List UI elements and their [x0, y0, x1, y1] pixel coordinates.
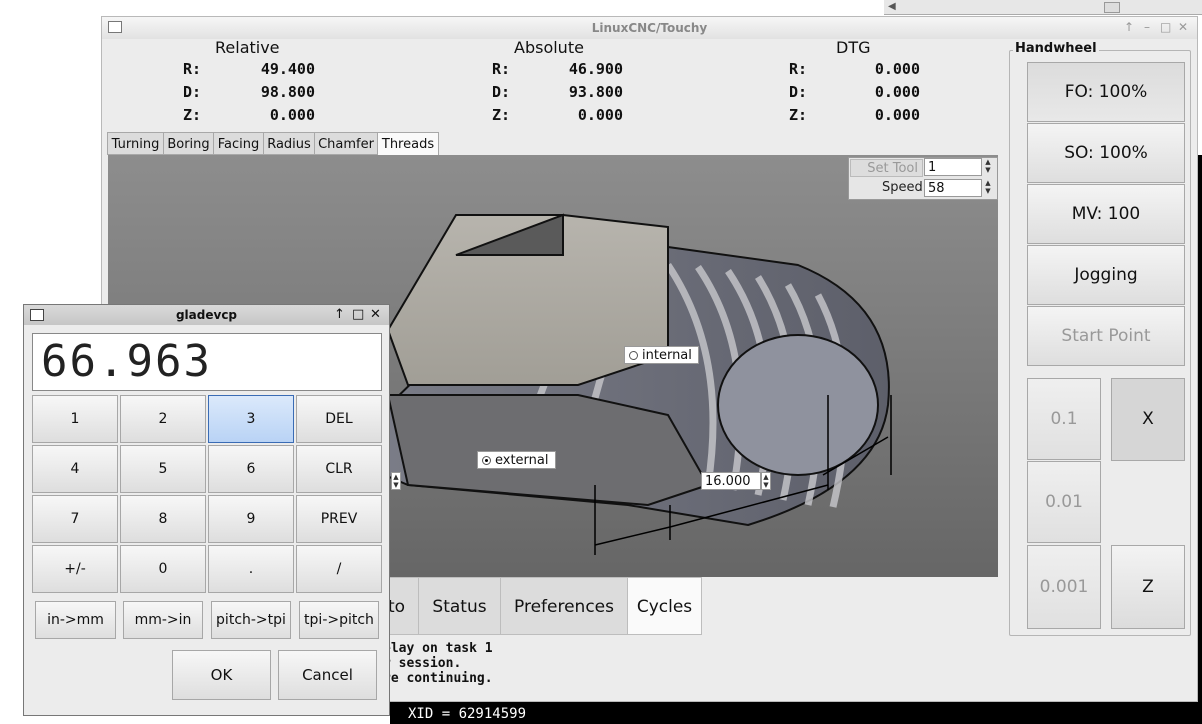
hidden-spin-arrows-icon[interactable]: ▲ ▼: [391, 472, 401, 490]
tab-cycles[interactable]: Cycles: [627, 577, 702, 635]
tab-facing[interactable]: Facing: [213, 132, 264, 155]
pitch-input[interactable]: 16.000: [701, 472, 761, 490]
key-8[interactable]: 8: [120, 495, 206, 543]
dro-label-d: D:: [492, 83, 511, 101]
key-6[interactable]: 6: [208, 445, 294, 493]
key-3[interactable]: 3: [208, 395, 294, 443]
key-9[interactable]: 9: [208, 495, 294, 543]
pitch-spin-arrows-icon[interactable]: ▲ ▼: [761, 472, 771, 490]
raise-icon[interactable]: ↑: [1124, 20, 1134, 34]
tab-threads[interactable]: Threads: [377, 132, 439, 156]
speed-label: Speed: [882, 180, 923, 195]
scroll-left-icon[interactable]: ◀: [888, 1, 896, 12]
increment-0-1-button[interactable]: 0.1: [1027, 378, 1101, 460]
convert-in-to-mm-button[interactable]: in->mm: [35, 601, 116, 639]
radio-internal[interactable]: internal: [624, 346, 699, 364]
window-title: LinuxCNC/Touchy: [591, 21, 708, 35]
key-plus-minus[interactable]: +/-: [32, 545, 118, 593]
dro-label-r: R:: [183, 60, 202, 78]
tab-turning[interactable]: Turning: [107, 132, 164, 155]
convert-pitch-to-tpi-button[interactable]: pitch->tpi: [211, 601, 291, 639]
key-prev[interactable]: PREV: [296, 495, 382, 543]
speed-input[interactable]: 58: [924, 179, 982, 197]
convert-tpi-to-pitch-button[interactable]: tpi->pitch: [299, 601, 379, 639]
relative-d-value: 98.800: [260, 83, 315, 101]
start-point-button[interactable]: Start Point: [1027, 306, 1185, 366]
key-2[interactable]: 2: [120, 395, 206, 443]
key-0[interactable]: 0: [120, 545, 206, 593]
message-line-1: elay on task 1: [383, 641, 493, 656]
relative-z-value: 0.000: [269, 106, 315, 124]
absolute-z-value: 0.000: [577, 106, 623, 124]
key-decimal[interactable]: .: [208, 545, 294, 593]
dro-label-d: D:: [183, 83, 202, 101]
terminal-text: XID = 62914599: [408, 706, 527, 722]
key-del[interactable]: DEL: [296, 395, 382, 443]
message-line-3: re continuing.: [383, 671, 493, 686]
background-scrollbar[interactable]: ◀: [884, 0, 1202, 15]
dro-label-z: Z:: [492, 106, 511, 124]
raise-icon[interactable]: ↑: [334, 307, 345, 322]
tab-preferences[interactable]: Preferences: [500, 577, 628, 635]
set-tool-button[interactable]: Set Tool: [850, 159, 923, 177]
increment-0-01-button[interactable]: 0.01: [1027, 461, 1101, 543]
dro-label-r: R:: [789, 60, 808, 78]
radio-internal-label: internal: [642, 348, 692, 363]
radio-external-label: external: [495, 453, 549, 468]
dro-header-absolute: Absolute: [514, 38, 584, 57]
dialog-titlebar[interactable]: gladevcp ↑ □ ✕: [24, 305, 389, 325]
gladevcp-dialog: gladevcp ↑ □ ✕ 66.963 1 2 3 DEL 4 5 6 CL…: [23, 304, 390, 716]
cancel-button[interactable]: Cancel: [278, 650, 377, 700]
scroll-thumb[interactable]: [1104, 2, 1120, 13]
convert-mm-to-in-button[interactable]: mm->in: [123, 601, 203, 639]
radio-unchecked-icon: [629, 351, 638, 360]
key-5[interactable]: 5: [120, 445, 206, 493]
window-titlebar[interactable]: LinuxCNC/Touchy ↑ – □ ✕: [102, 17, 1197, 39]
dtg-d-value: 0.000: [874, 83, 920, 101]
axis-z-button[interactable]: Z: [1111, 545, 1185, 629]
tab-chamfer[interactable]: Chamfer: [314, 132, 378, 155]
dro-label-d: D:: [789, 83, 808, 101]
minimize-icon[interactable]: –: [1144, 20, 1150, 34]
calculator-display[interactable]: 66.963: [32, 333, 382, 391]
maximize-icon[interactable]: □: [352, 307, 364, 322]
ok-button[interactable]: OK: [172, 650, 271, 700]
increment-0-001-button[interactable]: 0.001: [1027, 545, 1101, 629]
relative-r-value: 49.400: [260, 60, 315, 78]
tab-boring[interactable]: Boring: [163, 132, 214, 155]
absolute-d-value: 93.800: [568, 83, 623, 101]
maximize-icon[interactable]: □: [1160, 20, 1171, 34]
key-1[interactable]: 1: [32, 395, 118, 443]
tab-radius[interactable]: Radius: [263, 132, 315, 155]
dro-header-dtg: DTG: [836, 38, 871, 57]
tool-number-input[interactable]: 1: [924, 158, 982, 176]
dro-label-r: R:: [492, 60, 511, 78]
max-velocity-button[interactable]: MV: 100: [1027, 184, 1185, 244]
speed-spin-arrows-icon[interactable]: ▲ ▼: [983, 179, 993, 197]
key-7[interactable]: 7: [32, 495, 118, 543]
jogging-button[interactable]: Jogging: [1027, 245, 1185, 305]
key-4[interactable]: 4: [32, 445, 118, 493]
tab-status[interactable]: Status: [418, 577, 501, 635]
spindle-override-button[interactable]: SO: 100%: [1027, 123, 1185, 183]
absolute-r-value: 46.900: [568, 60, 623, 78]
dtg-z-value: 0.000: [874, 106, 920, 124]
axis-x-button[interactable]: X: [1111, 378, 1185, 461]
message-line-2: r session.: [383, 656, 462, 671]
tool-spin-arrows-icon[interactable]: ▲ ▼: [983, 158, 993, 176]
radio-checked-icon: [482, 456, 491, 465]
dro-header-relative: Relative: [215, 38, 280, 57]
radio-external[interactable]: external: [477, 451, 556, 469]
key-clr[interactable]: CLR: [296, 445, 382, 493]
dro-label-z: Z:: [183, 106, 202, 124]
feed-override-button[interactable]: FO: 100%: [1027, 62, 1185, 122]
close-icon[interactable]: ✕: [370, 307, 381, 322]
dro-label-z: Z:: [789, 106, 808, 124]
close-icon[interactable]: ✕: [1178, 20, 1188, 34]
handwheel-title: Handwheel: [1013, 41, 1099, 56]
key-divide[interactable]: /: [296, 545, 382, 593]
dtg-r-value: 0.000: [874, 60, 920, 78]
